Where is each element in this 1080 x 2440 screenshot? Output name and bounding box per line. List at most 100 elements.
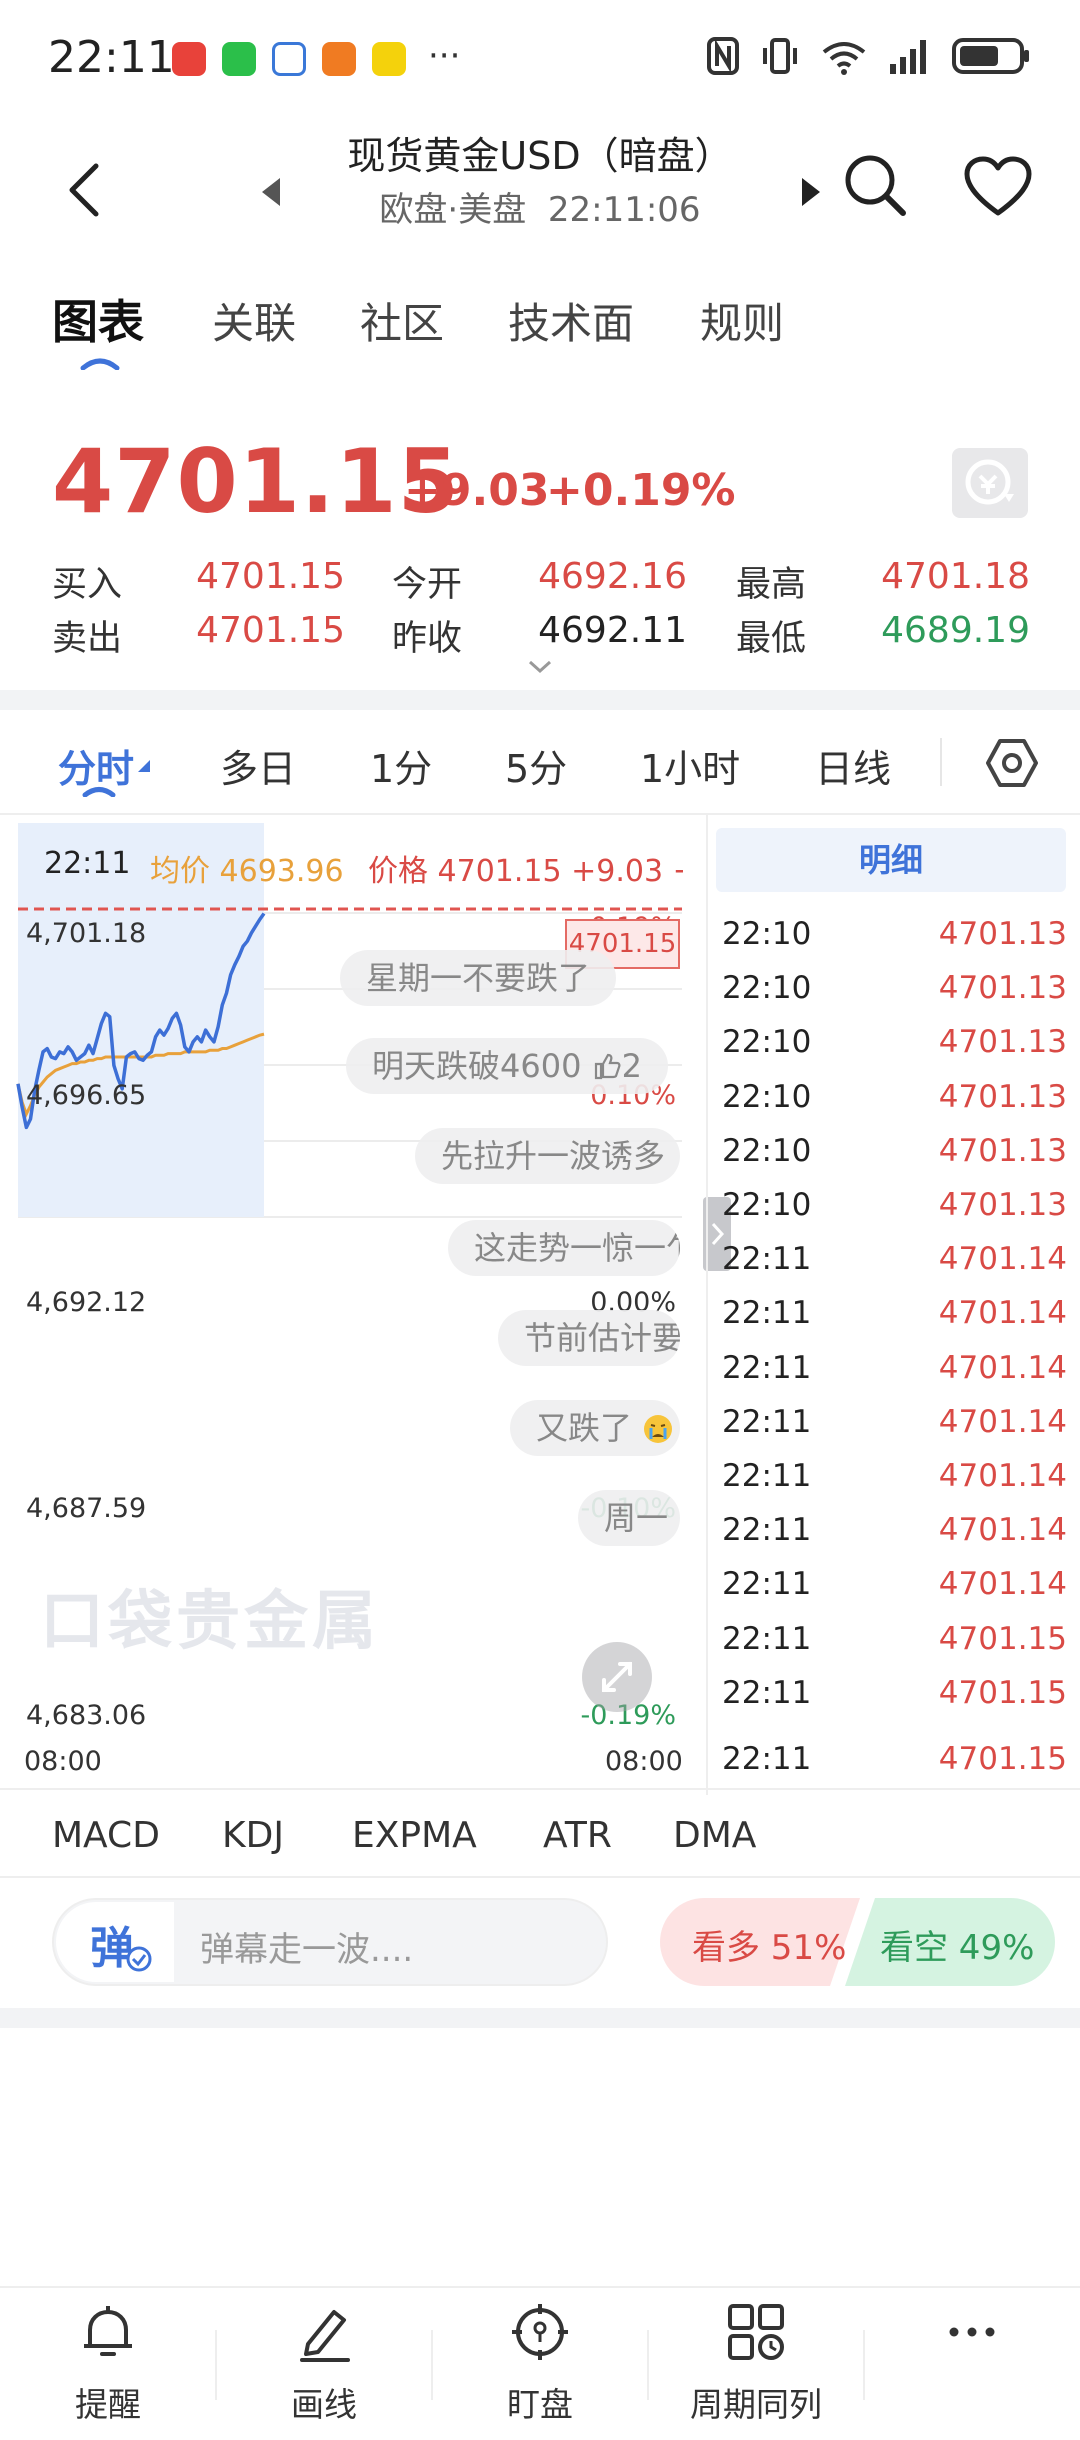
detail-row: 22:11 4701.14 xyxy=(722,1241,1067,1277)
detail-row-time: 22:11 xyxy=(722,1349,812,1386)
indicator-tab-dma[interactable]: DMA xyxy=(673,1815,756,1856)
price-change: +9.03 xyxy=(404,465,550,516)
search-icon[interactable] xyxy=(840,150,910,220)
period-tab-daily[interactable]: 日线 xyxy=(815,738,891,793)
ask-label: 卖出 xyxy=(52,619,123,659)
danmaku-text: 明天跌破4600 xyxy=(372,1047,582,1085)
nav-draw-line[interactable]: 画线 xyxy=(216,2300,432,2426)
detail-row-time: 22:10 xyxy=(722,1078,812,1115)
danmaku-bubble[interactable]: 明天跌破4600 2 xyxy=(346,1038,668,1094)
detail-row-price: 4701.14 xyxy=(938,1295,1067,1332)
expand-quote-chevron-icon[interactable] xyxy=(528,660,552,674)
detail-row: 22:10 4701.13 xyxy=(722,1079,1067,1115)
next-instrument-icon[interactable] xyxy=(800,176,824,208)
app-yy-icon xyxy=(372,42,406,76)
detail-row: 22:11 4701.15 xyxy=(722,1621,1067,1657)
detail-row: 22:11 4701.14 xyxy=(722,1350,1067,1386)
prev-close-value: 4692.11 xyxy=(538,610,687,651)
previous-instrument-icon[interactable] xyxy=(258,176,282,208)
detail-row: 22:10 4701.13 xyxy=(722,916,1067,952)
detail-tab[interactable]: 明细 xyxy=(716,828,1066,892)
period-tab-1min[interactable]: 1分 xyxy=(370,738,432,793)
danmaku-bubble[interactable]: 这走势一惊一乍 xyxy=(448,1220,680,1276)
tab-rules[interactable]: 规则 xyxy=(700,290,784,351)
y-axis-label: 4,683.06 xyxy=(26,1700,147,1731)
tab-community[interactable]: 社区 xyxy=(360,290,444,351)
tab-chart[interactable]: 图表 xyxy=(52,286,144,352)
status-time: 22:11 xyxy=(48,32,175,83)
danmaku-bubble[interactable]: 先拉升一波诱多 xyxy=(415,1128,680,1184)
detail-row-price: 4701.15 xyxy=(938,1674,1067,1711)
detail-row: 22:11 4701.14 xyxy=(722,1295,1067,1331)
detail-row-time: 22:11 xyxy=(722,1674,812,1711)
tab-related[interactable]: 关联 xyxy=(212,290,296,351)
danmaku-bubble[interactable]: 又跌了 xyxy=(510,1400,680,1456)
x-axis-start-label: 08:00 xyxy=(24,1746,102,1777)
y-axis-label: 4,692.12 xyxy=(26,1287,147,1318)
market-clock: 22:11:06 xyxy=(547,190,701,230)
danmaku-toggle-button[interactable]: 弹 xyxy=(56,1902,174,1982)
open-label: 今开 xyxy=(392,565,463,605)
fullscreen-button[interactable] xyxy=(582,1642,652,1712)
low-value: 4689.19 xyxy=(881,610,1030,651)
danmaku-bubble[interactable]: 节前估计要 xyxy=(498,1310,680,1366)
target-icon xyxy=(512,2304,568,2360)
indicator-tab-kdj[interactable]: KDJ xyxy=(222,1815,284,1856)
status-icons xyxy=(706,36,1032,76)
detail-row: 22:10 4701.13 xyxy=(722,1187,1067,1223)
detail-row: 22:11 4701.15 xyxy=(722,1741,1067,1777)
indicator-tab-atr[interactable]: ATR xyxy=(543,1815,612,1856)
detail-row-price: 4701.14 xyxy=(938,1403,1067,1440)
crying-emoji-icon xyxy=(644,1415,673,1443)
last-price: 4701.15 xyxy=(52,430,460,533)
chart-settings-icon[interactable] xyxy=(984,735,1040,791)
wifi-icon xyxy=(822,42,866,75)
period-tab-5min[interactable]: 5分 xyxy=(505,738,567,793)
detail-row-price: 4701.14 xyxy=(938,1512,1067,1549)
detail-row-price: 4701.13 xyxy=(938,1187,1067,1223)
indicator-tab-expma[interactable]: EXPMA xyxy=(352,1815,477,1856)
ask-value: 4701.15 xyxy=(196,610,345,651)
period-tab-1hour[interactable]: 1小时 xyxy=(640,738,740,793)
open-value: 4692.16 xyxy=(538,556,687,597)
period-tab-multi-day[interactable]: 多日 xyxy=(220,738,296,793)
section-divider xyxy=(0,2008,1080,2028)
app-orange-icon xyxy=(322,42,356,76)
x-axis-end-label: 08:00 xyxy=(605,1746,683,1777)
vote-bear-label: 看空 49% xyxy=(880,1928,1035,1968)
nav-more[interactable] xyxy=(864,2300,1080,2364)
nav-watch[interactable]: 盯盘 xyxy=(432,2300,648,2426)
high-value: 4701.18 xyxy=(881,556,1030,597)
indicator-tab-macd[interactable]: MACD xyxy=(52,1815,160,1856)
chart-cursor-price: 价格 4701.15 +9.03 +0 xyxy=(368,854,683,889)
app-circle-icon xyxy=(272,42,306,76)
detail-row: 22:11 4701.14 xyxy=(722,1404,1067,1440)
danmaku-bubble[interactable]: 星期一不要跌了 xyxy=(340,950,617,1006)
currency-convert-button[interactable] xyxy=(952,448,1028,518)
danmaku-input-placeholder[interactable]: 弹幕走一波.... xyxy=(200,1922,413,1971)
detail-row: 22:10 4701.13 xyxy=(722,1024,1067,1060)
detail-row-price: 4701.13 xyxy=(938,970,1067,1007)
tab-technical[interactable]: 技术面 xyxy=(508,290,634,351)
wechat-icon xyxy=(222,42,256,76)
nav-alert[interactable]: 提醒 xyxy=(0,2300,216,2426)
period-dropdown-icon[interactable] xyxy=(138,760,150,772)
detail-row-time: 22:11 xyxy=(722,1741,812,1777)
detail-row-time: 22:11 xyxy=(722,1458,812,1494)
bid-value: 4701.15 xyxy=(196,556,345,597)
y-axis-label: 4,701.18 xyxy=(26,918,147,949)
vibrate-icon xyxy=(763,38,797,74)
nav-alert-label: 提醒 xyxy=(75,2385,141,2424)
detail-row: 22:11 4701.14 xyxy=(722,1458,1067,1494)
detail-row-time: 22:10 xyxy=(722,1187,812,1223)
high-label: 最高 xyxy=(736,565,807,605)
nav-period-compare[interactable]: 周期同列 xyxy=(648,2300,864,2426)
instrument-title: 现货黄金USD（暗盘） xyxy=(347,134,733,178)
danmaku-bubble[interactable]: 周一 xyxy=(578,1490,680,1546)
favorite-heart-icon[interactable] xyxy=(963,155,1033,219)
session-subtitle: 欧盘·美盘 22:11:06 xyxy=(0,182,1080,231)
danmaku-like-count: 2 xyxy=(621,1047,642,1085)
detail-row-time: 22:11 xyxy=(722,1566,812,1603)
cellular-signal-icon xyxy=(890,40,926,74)
y-axis-label: 4,696.65 xyxy=(26,1080,147,1111)
